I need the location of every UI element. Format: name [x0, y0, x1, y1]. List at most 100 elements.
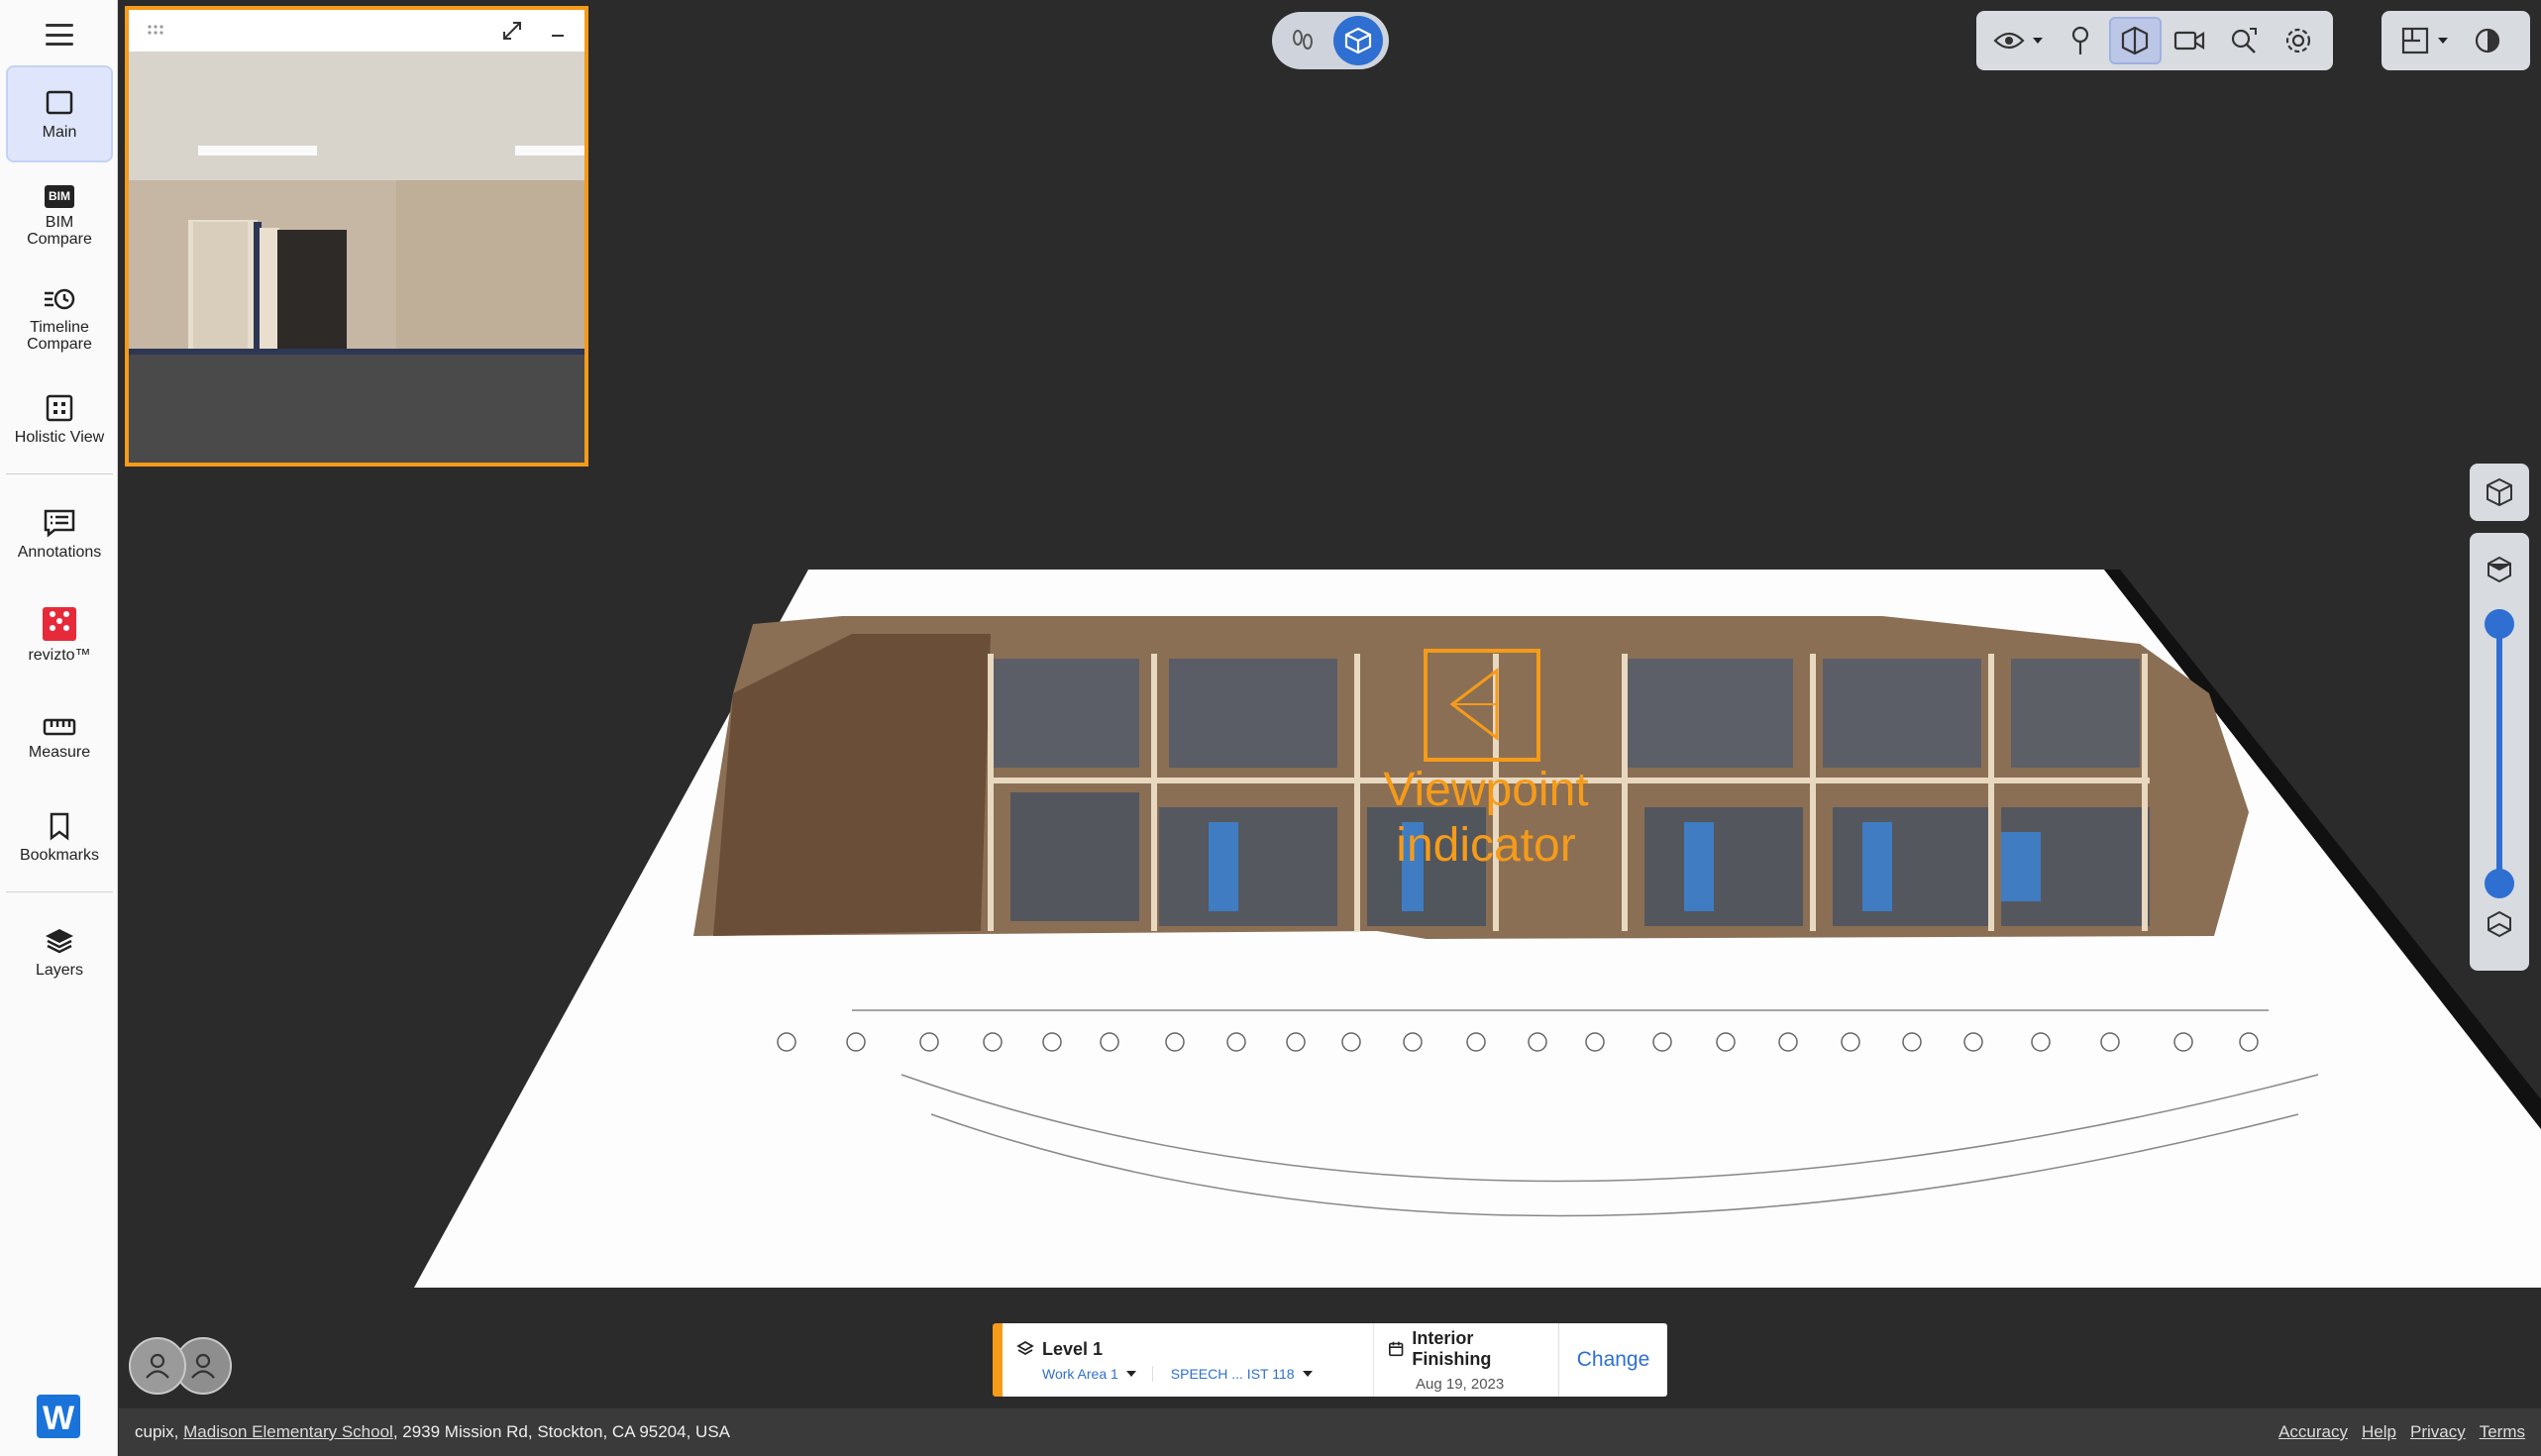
participants[interactable]: [129, 1337, 238, 1397]
sidebar-item-revizto[interactable]: revizto™: [6, 602, 113, 668]
sidebar-item-layers[interactable]: Layers: [6, 919, 113, 985]
top-level-icon: [2488, 556, 2511, 583]
work-area-value: Work Area 1: [1042, 1365, 1118, 1382]
layers-icon: [46, 928, 73, 953]
square-icon: [46, 90, 73, 114]
viewpoint-indicator[interactable]: [1424, 649, 1540, 762]
cube-view-icon: [1344, 27, 1372, 54]
panorama-preview[interactable]: [125, 6, 588, 467]
sidebar-item-label: Main: [42, 123, 77, 141]
sidebar-item-label: Measure: [28, 743, 91, 761]
timeline-icon: [45, 288, 75, 310]
layers-icon: [1016, 1340, 1034, 1356]
viewpoint-annotation-label: Viewpoint indicator: [1383, 764, 1589, 872]
footsteps-icon: [1293, 30, 1313, 50]
level-selector-panel: Level 1 Work Area 1 SPEECH ... IST 118 I…: [993, 1323, 1667, 1397]
capture-date: Aug 19, 2023: [1416, 1375, 1505, 1393]
sidebar-item-label: Annotations: [17, 543, 102, 561]
sidebar-item-bookmarks[interactable]: Bookmarks: [6, 804, 113, 870]
contrast-button[interactable]: [2461, 17, 2514, 64]
user-icon: [146, 1353, 169, 1379]
privacy-link[interactable]: Privacy: [2410, 1422, 2466, 1442]
company-prefix: cupix,: [135, 1422, 184, 1441]
divider: [6, 473, 113, 474]
bookmark-icon: [50, 812, 69, 840]
slider-thumb-bottom[interactable]: [2485, 869, 2514, 898]
view-cube-button[interactable]: [2470, 464, 2529, 521]
sidebar-item-holistic-view[interactable]: Holistic View: [6, 386, 113, 452]
slider-thumb-top[interactable]: [2485, 609, 2514, 639]
zoom-search-icon: [2232, 28, 2258, 53]
3d-mode-button[interactable]: [1333, 16, 1383, 65]
slider-track[interactable]: [2496, 624, 2502, 884]
expand-icon[interactable]: [500, 19, 524, 43]
contrast-icon: [2475, 28, 2500, 53]
top-right-toolbar-secondary: [2382, 11, 2530, 70]
floor-cube-icon: [2487, 477, 2512, 507]
sidebar-item-label: BIM Compare: [27, 213, 92, 248]
section-box-icon: [2122, 26, 2149, 55]
left-sidebar: Main BIM BIM Compare Timeline Compare Ho…: [0, 0, 118, 1456]
sidebar-item-label: Bookmarks: [19, 846, 100, 864]
work-area-dropdown[interactable]: Work Area 1: [1042, 1365, 1153, 1382]
level-name: Level 1: [1042, 1338, 1104, 1359]
pin-icon: [2072, 26, 2089, 54]
video-camera-icon: [2174, 31, 2205, 51]
address-text: , 2939 Mission Rd, Stockton, CA 95204, U…: [392, 1422, 730, 1441]
preview-header[interactable]: [129, 10, 584, 52]
help-link[interactable]: Help: [2362, 1422, 2396, 1442]
stage-title: Interior Finishing: [1388, 1328, 1544, 1370]
drag-handle-icon[interactable]: [147, 24, 166, 36]
stage-name: Interior Finishing: [1412, 1327, 1492, 1369]
top-right-toolbar: [1976, 11, 2333, 70]
gear-icon: [2286, 28, 2311, 53]
eye-icon: [1993, 32, 2025, 50]
visibility-dropdown[interactable]: [1984, 17, 2053, 64]
sidebar-item-label: Timeline Compare: [27, 319, 92, 353]
level-title[interactable]: Level 1: [1016, 1339, 1359, 1360]
change-button[interactable]: Change: [1558, 1323, 1667, 1397]
site-name-link[interactable]: Madison Elementary School: [183, 1422, 393, 1441]
bottom-level-icon: [2488, 910, 2511, 938]
zoom-search-button[interactable]: [2218, 17, 2271, 64]
video-tool-button[interactable]: [2164, 17, 2216, 64]
sidebar-item-label: Holistic View: [14, 428, 105, 446]
grid-icon: [46, 394, 73, 421]
walk-mode-button[interactable]: [1278, 16, 1327, 65]
annotation-icon: [44, 509, 75, 538]
revizto-icon: [43, 606, 76, 641]
panorama-thumbnail-image[interactable]: [129, 52, 584, 463]
app-logo[interactable]: W: [37, 1395, 80, 1438]
room-value: SPEECH ... IST 118: [1170, 1365, 1295, 1382]
pin-tool-button[interactable]: [2055, 17, 2107, 64]
sidebar-item-label: Layers: [35, 961, 84, 979]
settings-button[interactable]: [2273, 17, 2325, 64]
chevron-down-icon: [1125, 1370, 1136, 1377]
sidebar-item-main[interactable]: Main: [6, 65, 113, 162]
section-tool-button[interactable]: [2108, 17, 2162, 64]
svg-text:W: W: [43, 1400, 75, 1437]
terms-link[interactable]: Terms: [2480, 1422, 2525, 1442]
floorplan-layout-icon: [2401, 27, 2429, 54]
footer-links: Accuracy Help Privacy Terms: [2278, 1422, 2525, 1442]
view-mode-toggle: [1272, 12, 1389, 69]
sidebar-item-timeline-compare[interactable]: Timeline Compare: [6, 279, 113, 359]
calendar-icon: [1388, 1341, 1404, 1356]
minimize-icon[interactable]: [550, 24, 566, 40]
divider: [6, 891, 113, 892]
ruler-icon: [43, 718, 76, 735]
sidebar-item-measure[interactable]: Measure: [6, 705, 113, 771]
sidebar-item-annotations[interactable]: Annotations: [6, 501, 113, 567]
accuracy-link[interactable]: Accuracy: [2278, 1422, 2348, 1442]
camera-frustum-icon: [1449, 667, 1499, 742]
sidebar-item-label: revizto™: [28, 646, 91, 664]
room-dropdown[interactable]: SPEECH ... IST 118: [1171, 1366, 1328, 1382]
user-icon: [191, 1353, 215, 1379]
site-address: cupix, Madison Elementary School, 2939 M…: [135, 1422, 730, 1442]
chevron-down-icon: [1302, 1370, 1313, 1377]
avatar[interactable]: [129, 1337, 186, 1395]
elevation-slider[interactable]: [2470, 533, 2529, 971]
layout-dropdown[interactable]: [2389, 17, 2459, 64]
sidebar-item-bim-compare[interactable]: BIM BIM Compare: [6, 176, 113, 256]
menu-icon[interactable]: [40, 20, 79, 50]
